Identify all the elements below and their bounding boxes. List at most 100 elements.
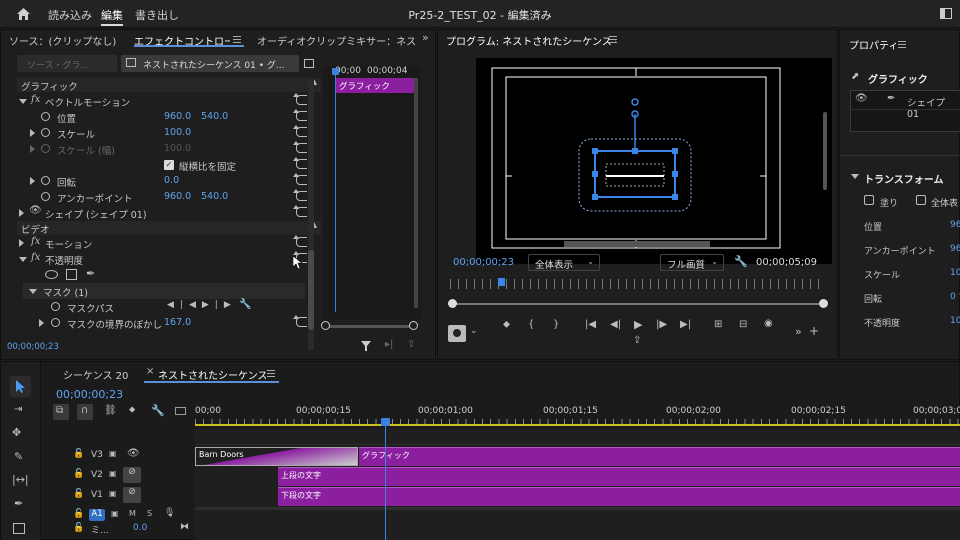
mark-out-icon[interactable]: } [553,319,559,330]
zoom-select[interactable]: 全体表示 ⌄ [528,254,600,271]
linked-selection-icon[interactable]: ⛓ [104,405,117,416]
mix-volume-value[interactable]: 0.0 [133,523,147,533]
sequence-select[interactable]: ネストされたシーケンス 01 • グ... [121,55,299,72]
panel-menu-icon[interactable] [609,36,617,43]
property-value[interactable]: 10 [950,316,960,326]
lock-icon[interactable]: 🔓 [73,509,84,519]
solo-button[interactable]: S [147,509,152,518]
program-title[interactable]: プログラム: ネストされたシーケンス ( [446,33,616,48]
track-header-v3[interactable]: 🔓 V3 ▣ 👁 [43,446,195,466]
effect-mini-timeline[interactable]: 00;00 00;00;04 グラフィック [323,66,421,320]
reset-icon[interactable] [293,173,307,185]
lift-icon[interactable]: ⊞ [714,319,722,330]
clip-barn-doors[interactable]: Barn Doors [195,447,358,466]
workspace-icon[interactable] [940,8,952,19]
effect-timecode[interactable]: 00;00;00;23 [7,342,59,352]
eye-hidden-icon[interactable]: ⊘ [123,487,141,503]
program-ruler[interactable] [450,279,826,289]
stopwatch-icon[interactable] [51,318,60,327]
tab-nested-sequence[interactable]: ネストされたシーケンス 0 [158,367,266,382]
slip-icon[interactable]: |↔| [12,473,29,486]
eye-hidden-icon[interactable]: ⊘ [123,467,141,483]
transform-chevron-icon[interactable] [851,174,859,179]
track-header-v2[interactable]: 🔓 V2 ▣ ⊘ [43,466,195,486]
track-header-a1[interactable]: 🔓 A1 ▣ M S 🎙 [43,508,195,522]
mini-zoom-bar[interactable] [324,325,414,328]
row-anchor-point[interactable]: アンカーポイント 960.0 540.0 [1,189,313,205]
stopwatch-icon[interactable] [51,302,60,311]
pen-mask-icon[interactable]: ✒ [86,267,95,280]
step-forward-icon[interactable]: |▶ [656,319,667,330]
monitor-hscroll[interactable] [564,241,710,247]
stopwatch-icon[interactable] [41,192,50,201]
captions-icon[interactable] [175,407,186,415]
rectangle-mask-icon[interactable] [66,269,77,280]
filter-icon[interactable] [361,341,371,351]
clip-upper-text[interactable]: 上段の文字 [278,467,960,486]
row-position[interactable]: 位置 960.0 540.0 [1,109,313,125]
video-overlay[interactable] [476,58,832,264]
sync-lock-icon[interactable]: ▣ [109,449,117,458]
layer-list[interactable]: 👁 ✒ シェイプ 01 [850,90,960,132]
fill-icon[interactable] [864,195,874,205]
effect-scrollbar[interactable] [308,80,314,350]
quality-select[interactable]: フル画質 ⌄ [660,254,724,271]
add-marker-icon[interactable]: ⬥ [129,405,135,415]
row-scale[interactable]: スケール 100.0 [1,125,313,141]
video-frame[interactable] [476,58,832,264]
playhead-handle[interactable] [381,418,390,426]
reset-icon[interactable] [293,157,307,169]
extract-icon[interactable]: ⊟ [739,319,747,330]
mute-button[interactable]: M [129,509,136,518]
tab-source[interactable]: ソース：(クリップなし) [9,33,116,48]
mix-fader-icon[interactable]: ⧓ [180,522,189,532]
sync-lock-icon[interactable]: ▣ [111,509,119,518]
tab-sequence-20[interactable]: シーケンス 20 [63,367,128,382]
property-value[interactable]: 96 [950,244,960,254]
rectangle-tool-icon[interactable] [13,523,25,534]
all-icon[interactable] [916,195,926,205]
clip-graphic[interactable]: グラフィック [359,447,960,466]
program-timecode[interactable]: 00;00;00;23 [453,257,514,268]
transform-header[interactable]: トランスフォーム [864,171,944,186]
camera-icon[interactable]: ◉ [764,318,773,329]
microphone-icon[interactable]: 🎙 [164,508,175,518]
wrench-icon[interactable]: 🔧 [151,404,165,417]
monitor-scrollbar[interactable] [823,112,827,190]
program-playhead[interactable] [498,278,505,286]
marker-toggle-button[interactable] [448,325,466,342]
panel-layout-icon[interactable] [304,59,314,68]
timeline-playhead[interactable] [385,423,386,540]
properties-title[interactable]: プロパティ [849,37,898,52]
property-value[interactable]: 96 [950,220,960,230]
nest-toggle-button[interactable]: ⧉ [53,404,69,420]
row-mask-feather[interactable]: マスクの境界のぼかし 167.0 [1,315,313,331]
track-header-mix[interactable]: 🔓 ミ... 0.0 ⧓ [43,522,195,536]
timeline-timecode[interactable]: 00;00;00;23 [56,388,123,401]
row-motion[interactable]: fx モーション [1,235,313,251]
chevron-down-icon[interactable]: ⌄ [470,326,478,336]
stopwatch-icon[interactable] [41,176,50,185]
overflow-chevron-icon[interactable]: » [795,325,802,338]
stopwatch-icon[interactable] [41,128,50,137]
ellipse-mask-icon[interactable] [45,270,58,279]
close-tab-icon[interactable]: × [146,366,154,377]
row-mask[interactable]: マスク (1) [23,283,305,299]
reset-icon[interactable] [293,235,307,247]
row-mask-path[interactable]: マスクパス ◀|◀▶|▶ 🔧 [1,299,313,315]
property-value[interactable]: 0 ° [950,292,960,302]
lock-icon[interactable]: 🔓 [73,523,84,533]
eye-icon[interactable]: 👁 [127,448,140,459]
reset-icon[interactable] [293,141,307,153]
razor-icon[interactable]: ✎ [14,450,23,463]
reset-icon[interactable] [293,315,307,327]
lock-icon[interactable]: 🔓 [73,449,84,459]
eye-icon[interactable]: 👁 [855,93,868,104]
row-shape[interactable]: 👁 シェイプ (シェイプ 01) [1,205,313,221]
wrench-icon[interactable]: 🔧 [239,299,251,310]
add-button-icon[interactable]: + [809,324,819,338]
row-opacity[interactable]: fx 不透明度 [1,251,313,267]
reset-icon[interactable] [293,189,307,201]
wrench-icon[interactable]: 🔧 [734,255,748,268]
source-select[interactable]: ソース・グラ... [17,55,117,72]
